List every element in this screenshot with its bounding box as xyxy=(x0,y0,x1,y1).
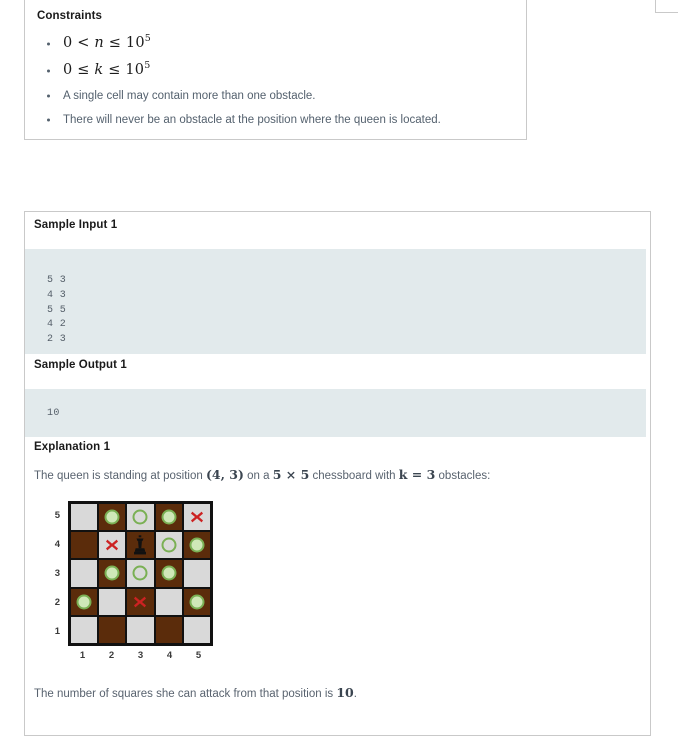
column-label-4: 4 xyxy=(166,650,173,661)
constraint-item: A single cell may contain more than one … xyxy=(37,84,515,108)
board-cell-4-4 xyxy=(154,531,183,560)
summary-part-2: . xyxy=(353,688,357,700)
column-label-1: 1 xyxy=(79,650,86,661)
attack-count-math: 10 xyxy=(336,685,354,700)
board-cell-1-4 xyxy=(70,531,99,560)
board-cell-2-3 xyxy=(98,559,127,588)
constraint-item: There will never be an obstacle at the p… xyxy=(37,108,515,132)
explanation-heading: Explanation 1 xyxy=(34,441,111,453)
board-cell-4-2 xyxy=(154,587,183,616)
constraint-math: 0 ≤ k ≤ 105 xyxy=(63,60,151,78)
attack-marker-icon xyxy=(189,537,205,553)
board-cell-3-2 xyxy=(126,587,155,616)
attack-marker-icon xyxy=(104,509,120,525)
board-cell-4-3 xyxy=(154,559,183,588)
attack-marker-icon xyxy=(161,565,177,581)
obstacle-icon xyxy=(134,596,147,608)
summary-part-1: The number of squares she can attack fro… xyxy=(34,688,337,700)
board-cell-2-2 xyxy=(98,587,127,616)
attack-marker-icon xyxy=(161,509,177,525)
obstacle-icon xyxy=(190,511,203,523)
constraint-item: 0 < n ≤ 105 xyxy=(37,30,515,57)
board-cell-4-1 xyxy=(154,615,183,644)
board-cell-5-1 xyxy=(182,615,211,644)
constraint-math: 0 < n ≤ 105 xyxy=(63,33,152,51)
board-cell-2-5 xyxy=(98,503,127,532)
board-cell-4-5 xyxy=(154,503,183,532)
board-cell-5-4 xyxy=(182,531,211,560)
board-cell-1-5 xyxy=(70,503,99,532)
board-cell-1-3 xyxy=(70,559,99,588)
attack-marker-icon xyxy=(132,565,148,581)
constraint-item: 0 ≤ k ≤ 105 xyxy=(37,57,515,84)
board-cell-5-5 xyxy=(182,503,211,532)
constraints-panel: Constraints 0 < n ≤ 105 0 ≤ k ≤ 105 A sing… xyxy=(24,0,527,140)
board-cell-2-1 xyxy=(98,615,127,644)
column-label-5: 5 xyxy=(195,650,202,661)
page-root: Constraints 0 < n ≤ 105 0 ≤ k ≤ 105 A sing… xyxy=(0,0,691,746)
explanation-part-1: The queen is standing at position xyxy=(34,470,206,482)
column-label-2: 2 xyxy=(108,650,115,661)
board-size-math: 5 × 5 xyxy=(272,467,310,482)
attack-marker-icon xyxy=(161,537,177,553)
sample-input-heading: Sample Input 1 xyxy=(34,219,118,231)
k-value-math: k = 3 xyxy=(398,467,436,482)
queen-icon xyxy=(134,535,147,555)
corner-bracket-decoration xyxy=(655,0,678,13)
column-label-3: 3 xyxy=(137,650,144,661)
board-cell-5-2 xyxy=(182,587,211,616)
row-label-4: 4 xyxy=(54,539,60,550)
explanation-part-2: on a xyxy=(243,470,273,482)
board-cell-3-1 xyxy=(126,615,155,644)
constraints-heading: Constraints xyxy=(37,10,102,22)
queen-position-math: (4, 3) xyxy=(205,467,244,482)
sample-input-code: 5 3 4 3 5 5 4 2 2 3 xyxy=(25,249,646,354)
explanation-sentence: The queen is standing at position (4, 3)… xyxy=(34,467,490,482)
board-cell-3-4 xyxy=(126,531,155,560)
chessboard-grid xyxy=(68,501,213,646)
constraints-list: 0 < n ≤ 105 0 ≤ k ≤ 105 A single cell may … xyxy=(37,30,515,132)
sample-panel: Sample Input 1 5 3 4 3 5 5 4 2 2 3 Sampl… xyxy=(24,211,651,736)
explanation-part-3: chessboard with xyxy=(309,470,399,482)
summary-sentence: The number of squares she can attack fro… xyxy=(34,685,357,700)
board-cell-2-4 xyxy=(98,531,127,560)
row-label-1: 1 xyxy=(54,626,60,637)
obstacle-icon xyxy=(106,539,119,551)
attack-marker-icon xyxy=(132,509,148,525)
row-label-5: 5 xyxy=(54,510,60,521)
row-label-3: 3 xyxy=(54,568,60,579)
board-cell-1-1 xyxy=(70,615,99,644)
board-cell-5-3 xyxy=(182,559,211,588)
attack-marker-icon xyxy=(189,594,205,610)
explanation-part-4: obstacles: xyxy=(435,470,491,482)
row-label-2: 2 xyxy=(54,597,60,608)
sample-output-heading: Sample Output 1 xyxy=(34,359,127,371)
board-cell-3-3 xyxy=(126,559,155,588)
board-cell-3-5 xyxy=(126,503,155,532)
sample-output-code: 10 xyxy=(25,389,646,437)
attack-marker-icon xyxy=(76,594,92,610)
constraint-text: There will never be an obstacle at the p… xyxy=(63,114,441,126)
board-cell-1-2 xyxy=(70,587,99,616)
constraint-text: A single cell may contain more than one … xyxy=(63,90,316,102)
attack-marker-icon xyxy=(104,565,120,581)
chessboard-diagram: 5 4 3 2 1 1 2 3 4 5 xyxy=(34,501,224,673)
